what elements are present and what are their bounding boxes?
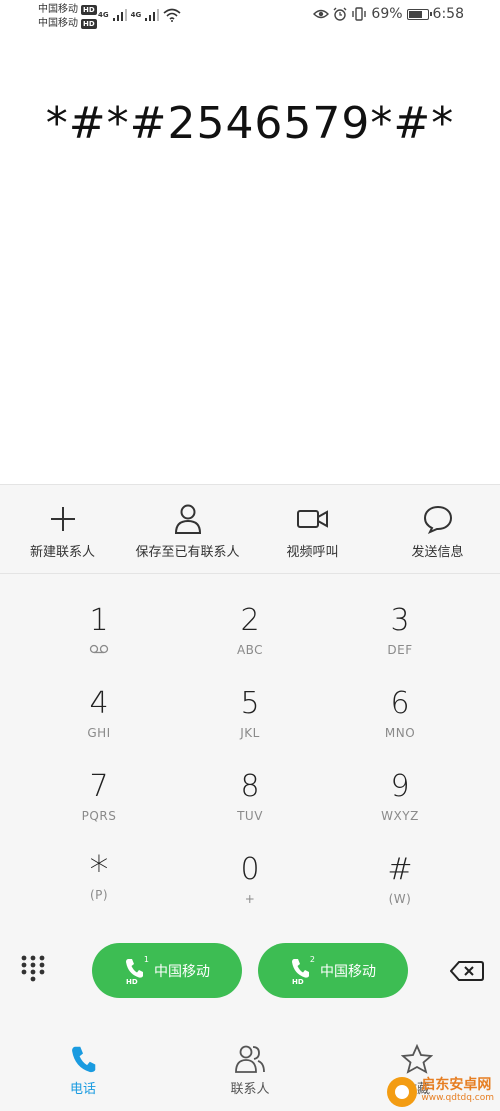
status-right: 69% 6:58 <box>313 6 464 22</box>
key-letters: (P) <box>89 888 109 902</box>
key-hash[interactable]: # (W) <box>325 832 475 914</box>
vibrate-icon <box>352 7 367 21</box>
key-digit: 9 <box>390 769 410 804</box>
network-indicators: 4G 4G <box>98 8 181 22</box>
key-digit: 6 <box>390 686 410 721</box>
hd-badge-1: HD <box>81 5 97 15</box>
video-call-label: 视频呼叫 <box>286 545 339 560</box>
battery-percent: 69% <box>371 6 403 22</box>
key-letters: MNO <box>384 726 416 740</box>
carrier-1-label: 中国移动 <box>38 4 78 15</box>
signal-icon <box>145 9 160 21</box>
watermark-title: 启东安卓网 <box>421 1077 492 1093</box>
key-letters: DEF <box>387 643 413 657</box>
call-row: 1 HD 中国移动 2 HD 中国移动 <box>0 940 500 1002</box>
backspace-icon[interactable] <box>450 960 484 982</box>
key-letters: PQRS <box>81 809 117 823</box>
signal-icon <box>112 9 127 21</box>
new-contact-button[interactable]: 新建联系人 <box>0 485 125 574</box>
number-display-area[interactable]: *#*#2546579*#* <box>0 36 500 484</box>
key-9[interactable]: 9 WXYZ <box>325 749 475 831</box>
key-4[interactable]: 4 GHI <box>24 666 174 748</box>
key-digit: 7 <box>89 769 109 804</box>
key-digit: 1 <box>89 603 109 638</box>
key-letters: ABC <box>236 643 264 657</box>
phone-sim-1-icon: 1 HD <box>126 954 149 986</box>
key-0[interactable]: 0 + <box>175 832 325 914</box>
key-5[interactable]: 5 JKL <box>175 666 325 748</box>
contacts-icon <box>235 1045 265 1073</box>
key-1[interactable]: 1 <box>24 583 174 665</box>
message-icon <box>423 505 452 534</box>
carrier-info: 中国移动 HD 中国移动 HD <box>38 3 97 31</box>
save-to-existing-contact-button[interactable]: 保存至已有联系人 <box>125 485 250 574</box>
video-icon <box>296 510 328 528</box>
tab-phone[interactable]: 电话 <box>23 1044 143 1097</box>
new-contact-label: 新建联系人 <box>29 545 95 560</box>
key-7[interactable]: 7 PQRS <box>24 749 174 831</box>
key-digit: 8 <box>240 769 260 804</box>
dialed-number[interactable]: *#*#2546579*#* <box>0 98 500 149</box>
video-call-button[interactable]: 视频呼叫 <box>250 485 375 574</box>
key-digit: # <box>387 852 413 887</box>
site-watermark: 启东安卓网 www.qdtdq.com <box>387 1077 494 1107</box>
dial-keypad: 1 2 ABC 3 DEF 4 GHI 5 JKL 6 MNO 7 PQRS 8… <box>0 575 500 935</box>
send-message-label: 发送信息 <box>411 545 464 560</box>
tab-contacts[interactable]: 联系人 <box>190 1044 310 1097</box>
star-icon <box>401 1044 433 1074</box>
carrier-2-label: 中国移动 <box>38 18 78 29</box>
key-letters: + <box>244 892 256 906</box>
key-digit: 5 <box>240 686 260 721</box>
battery-icon <box>406 8 432 20</box>
key-letters: GHI <box>87 726 111 740</box>
key-digit: * <box>89 848 109 892</box>
key-3[interactable]: 3 DEF <box>325 583 475 665</box>
watermark-logo-icon <box>387 1077 418 1107</box>
person-icon <box>174 504 201 534</box>
eye-icon <box>313 9 330 19</box>
key-digit: 4 <box>89 686 109 721</box>
wifi-icon <box>163 8 181 22</box>
status-bar: 中国移动 HD 中国移动 HD 4G 4G 69% 6:58 <box>0 0 500 36</box>
key-star[interactable]: * (P) <box>24 832 174 914</box>
key-digit: 3 <box>390 603 410 638</box>
call-sim-1-label: 中国移动 <box>154 963 210 980</box>
alarm-icon <box>333 7 347 21</box>
key-letters: TUV <box>237 809 263 823</box>
voicemail-icon <box>89 643 109 657</box>
plus-icon <box>50 507 75 531</box>
tab-phone-label: 电话 <box>69 1082 96 1097</box>
save-to-existing-contact-label: 保存至已有联系人 <box>135 545 240 560</box>
key-8[interactable]: 8 TUV <box>175 749 325 831</box>
tab-contacts-label: 联系人 <box>230 1082 270 1097</box>
key-digit: 2 <box>240 603 260 638</box>
key-2[interactable]: 2 ABC <box>175 583 325 665</box>
key-6[interactable]: 6 MNO <box>325 666 475 748</box>
network-2-label: 4G <box>130 11 142 19</box>
key-digit: 0 <box>240 852 260 887</box>
phone-sim-2-icon: 2 HD <box>292 954 315 986</box>
call-sim-1-button[interactable]: 1 HD 中国移动 <box>92 943 242 998</box>
key-letters: (W) <box>388 892 412 906</box>
keypad-toggle-icon[interactable] <box>20 954 46 984</box>
key-letters: JKL <box>240 726 260 740</box>
phone-icon <box>72 1046 96 1073</box>
send-message-button[interactable]: 发送信息 <box>375 485 500 574</box>
network-1-label: 4G <box>98 11 109 19</box>
action-row: 新建联系人 保存至已有联系人 视频呼叫 发送信息 <box>0 484 500 574</box>
call-sim-2-button[interactable]: 2 HD 中国移动 <box>258 943 408 998</box>
hd-badge-2: HD <box>81 19 97 29</box>
clock: 6:58 <box>432 6 464 22</box>
watermark-url: www.qdtdq.com <box>421 1093 494 1103</box>
call-sim-2-label: 中国移动 <box>320 963 376 980</box>
key-letters: WXYZ <box>381 809 419 823</box>
